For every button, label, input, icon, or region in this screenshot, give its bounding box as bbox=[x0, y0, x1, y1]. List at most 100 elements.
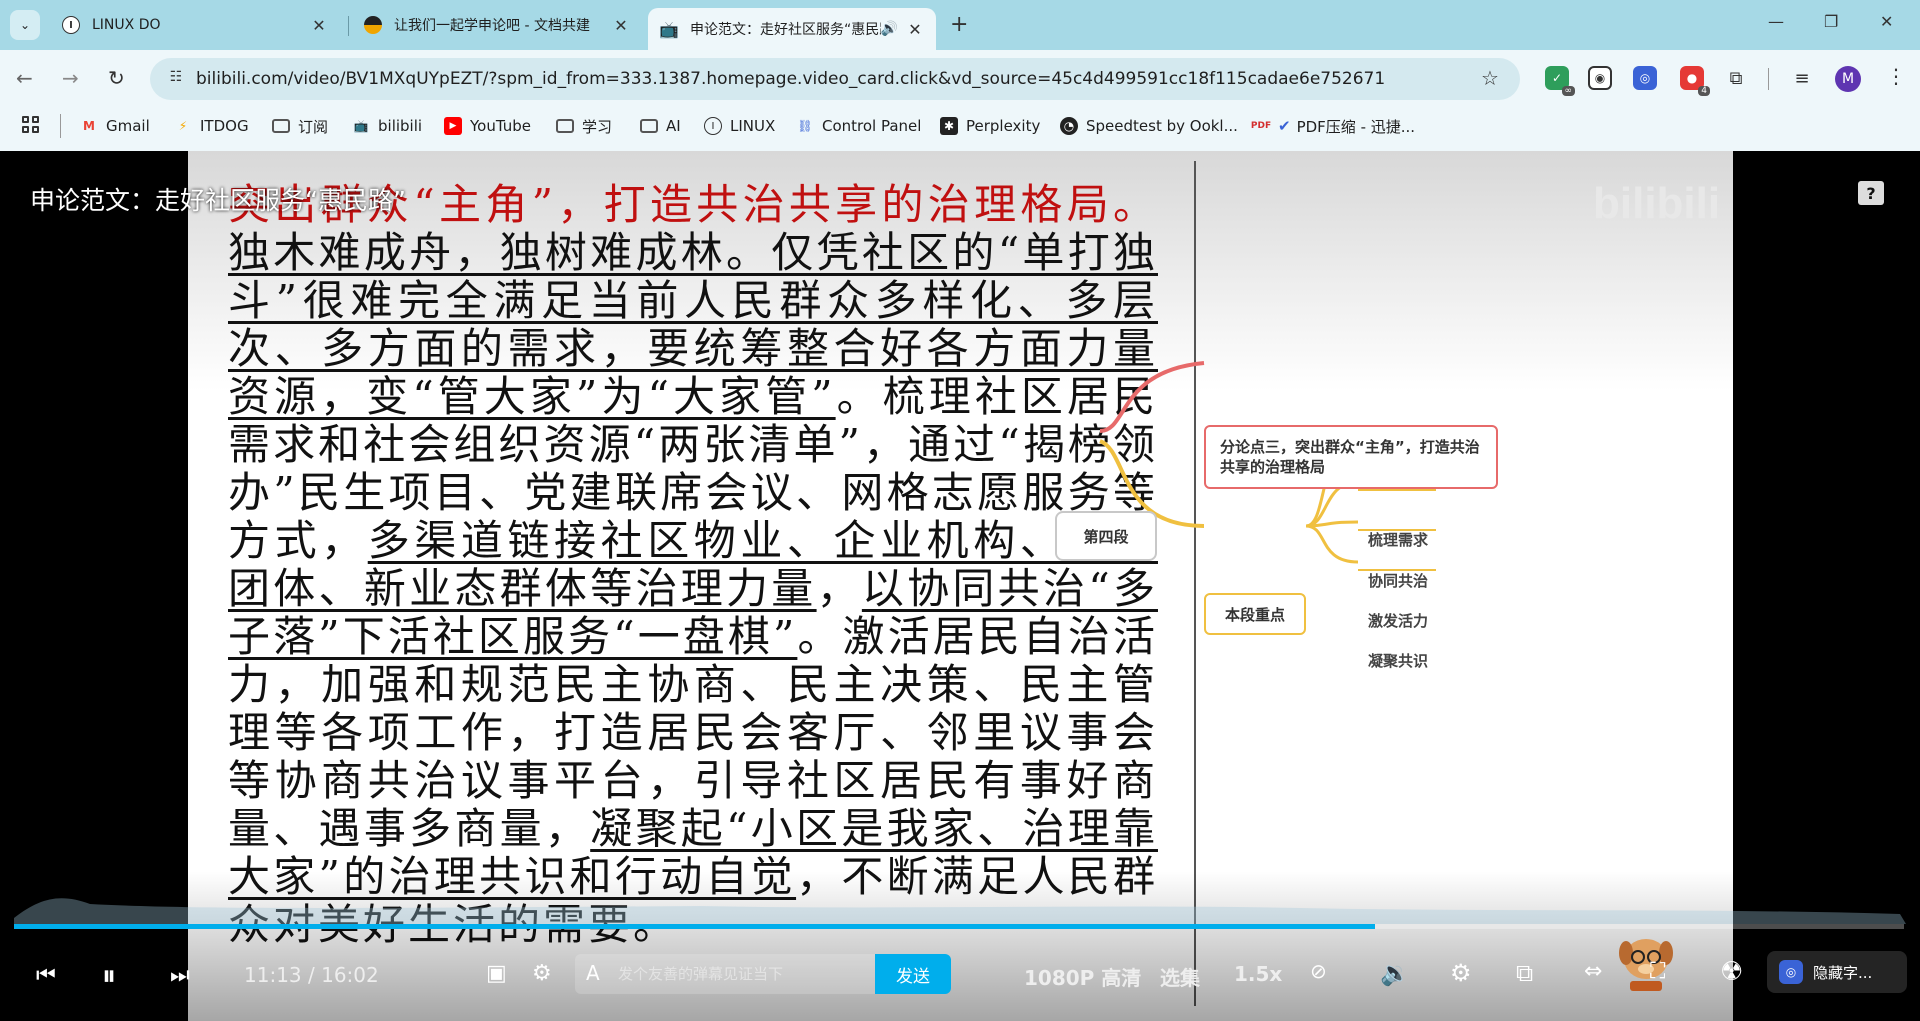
minimize-icon[interactable]: — bbox=[1768, 12, 1784, 31]
widescreen-icon[interactable]: ⇔ bbox=[1584, 959, 1602, 984]
bilibili-icon: 📺 bbox=[353, 119, 369, 133]
subtitle-off-icon[interactable]: ⊘ bbox=[1310, 959, 1327, 983]
episodes-button[interactable]: 选集 bbox=[1160, 962, 1200, 991]
video-player[interactable]: 突出群众“主角”，打造共治共享的治理格局。独木难成舟，独树难成林。仅凭社区的“单… bbox=[0, 151, 1920, 1021]
tab-shenlun-doc[interactable]: 让我们一起学申论吧 - 文档共建 ✕ bbox=[352, 8, 642, 42]
bookmark-folder-subscribe[interactable]: 订阅 bbox=[272, 115, 328, 137]
bookmark-folder-ai[interactable]: AI bbox=[640, 115, 681, 137]
youtube-icon: ▶ bbox=[444, 117, 462, 135]
perplexity-icon: ✱ bbox=[940, 117, 958, 135]
itdog-icon: ⚡ bbox=[178, 119, 188, 133]
mindmap-leaf: 协同共治 bbox=[1368, 572, 1429, 590]
bookmark-label: PDF压缩 - 迅捷... bbox=[1296, 117, 1416, 136]
previous-icon[interactable]: ⏮ bbox=[36, 963, 56, 988]
folder-icon bbox=[556, 119, 574, 133]
bookmark-label: ITDOG bbox=[200, 117, 249, 135]
close-window-icon[interactable]: ✕ bbox=[1880, 12, 1893, 31]
next-icon[interactable]: ⏭ bbox=[170, 963, 190, 988]
playback-speed-button[interactable]: 1.5x bbox=[1234, 962, 1282, 986]
back-arrow-icon[interactable]: ← bbox=[16, 66, 33, 90]
extension-chat-icon[interactable]: ◎ bbox=[1633, 66, 1657, 90]
bookmark-label: Perplexity bbox=[966, 117, 1041, 135]
extensions-puzzle-icon[interactable]: ⧉ bbox=[1724, 66, 1748, 90]
bookmark-label: 订阅 bbox=[298, 117, 329, 136]
mindmap-leaf: 凝聚共识 bbox=[1368, 652, 1429, 670]
settings-gear-icon[interactable]: ⚙ bbox=[1450, 959, 1472, 987]
bilibili-icon: 📺 bbox=[659, 19, 679, 39]
forward-arrow-icon[interactable]: → bbox=[62, 66, 79, 90]
bookmark-label: AI bbox=[666, 117, 681, 135]
new-tab-button[interactable]: + bbox=[950, 12, 968, 37]
chevron-down-icon: ⌄ bbox=[19, 18, 31, 32]
close-tab-icon[interactable]: ✕ bbox=[906, 20, 924, 39]
danmaku-placeholder: 发个友善的弹幕见证当下 bbox=[618, 965, 784, 983]
pause-icon[interactable]: ⏸ bbox=[102, 959, 116, 993]
audio-playing-icon[interactable]: 🔊 bbox=[881, 21, 898, 37]
danmaku-send-button[interactable]: 发送 bbox=[875, 954, 951, 994]
reload-icon[interactable]: ↻ bbox=[108, 66, 125, 90]
progress-bar-fill[interactable] bbox=[14, 924, 1375, 929]
bookmark-pdf-compress[interactable]: PDF ✔ PDF压缩 - 迅捷... bbox=[1251, 115, 1416, 137]
bookmark-label: bilibili bbox=[378, 117, 423, 135]
apps-grid-icon[interactable] bbox=[22, 116, 40, 134]
media-control-icon[interactable]: ≡ bbox=[1790, 66, 1814, 90]
danmaku-toggle-icon[interactable]: ▣ bbox=[486, 961, 507, 986]
bookmark-label: Gmail bbox=[106, 117, 150, 135]
bookmark-star-icon[interactable]: ☆ bbox=[1481, 66, 1499, 90]
tab-bilibili-video[interactable]: 📺 申论范文：走好社区服务“惠民路” 🔊 ✕ bbox=[648, 8, 936, 50]
extension-badge: 4 bbox=[1698, 86, 1710, 96]
bookmark-label: Control Panel bbox=[822, 117, 922, 135]
extension-record-icon[interactable]: ● 4 bbox=[1680, 66, 1710, 96]
toolbar-separator bbox=[1768, 68, 1769, 90]
linuxdo-icon bbox=[364, 16, 382, 34]
close-tab-icon[interactable]: ✕ bbox=[310, 16, 328, 35]
bookmark-separator bbox=[60, 114, 61, 138]
bookmark-folder-study[interactable]: 学习 bbox=[556, 115, 612, 137]
tab-linuxdo[interactable]: I LINUX DO ✕ bbox=[50, 8, 340, 42]
extension-mask-icon[interactable]: ◉ bbox=[1588, 66, 1612, 90]
bookmark-gmail[interactable]: M Gmail bbox=[80, 115, 150, 137]
time-display: 11:13 / 16:02 bbox=[244, 963, 379, 987]
bookmark-bilibili[interactable]: 📺 bilibili bbox=[352, 115, 423, 137]
bookmark-control-panel[interactable]: ⛓ Control Panel bbox=[796, 115, 921, 137]
browser-menu-icon[interactable]: ⋮ bbox=[1886, 64, 1906, 88]
checkmark-icon: ✔ bbox=[1278, 117, 1291, 135]
bookmark-speedtest[interactable]: ◔ Speedtest by Ookl... bbox=[1060, 115, 1238, 137]
bookmark-label: LINUX bbox=[730, 117, 776, 135]
bookmark-youtube[interactable]: ▶ YouTube bbox=[444, 115, 531, 137]
bookmark-itdog[interactable]: ⚡ ITDOG bbox=[174, 115, 249, 137]
site-settings-icon[interactable]: ☷ bbox=[166, 69, 186, 89]
progress-heatmap bbox=[14, 898, 1906, 924]
web-fullscreen-icon[interactable]: ⛶ bbox=[1650, 959, 1665, 984]
subtitle-plugin-icon: ◎ bbox=[1779, 960, 1803, 984]
picture-in-picture-icon[interactable]: ⧉ bbox=[1516, 959, 1533, 987]
uploader-mascot-icon bbox=[1619, 939, 1673, 991]
restore-icon[interactable]: ❐ bbox=[1824, 12, 1838, 31]
quality-selector[interactable]: 1080P 高清 bbox=[1024, 962, 1141, 991]
fullscreen-icon[interactable]: ☢ bbox=[1720, 957, 1743, 987]
bookmark-label: Speedtest by Ookl... bbox=[1086, 117, 1238, 135]
feedback-help-icon[interactable]: ? bbox=[1858, 181, 1884, 205]
mindmap-branch-key-points: 本段重点 bbox=[1204, 593, 1306, 635]
bookmark-perplexity[interactable]: ✱ Perplexity bbox=[940, 115, 1040, 137]
hide-subtitle-label: 隐藏字... bbox=[1813, 963, 1873, 982]
hide-subtitle-button[interactable]: ◎ 隐藏字... bbox=[1767, 951, 1907, 993]
extension-shield-icon[interactable]: ✓ ∞ bbox=[1545, 66, 1575, 96]
speedtest-icon: ◔ bbox=[1060, 117, 1078, 135]
bookmark-linux[interactable]: I LINUX bbox=[704, 115, 775, 137]
volume-icon[interactable]: 🔉 bbox=[1380, 959, 1410, 987]
linuxdo-icon: I bbox=[62, 16, 80, 34]
mindmap-leaf: 激发活力 bbox=[1368, 612, 1429, 630]
danmaku-style-icon[interactable]: A bbox=[586, 961, 600, 985]
tab-title: LINUX DO bbox=[92, 17, 161, 33]
extension-badge: ∞ bbox=[1561, 86, 1575, 96]
tab-search-button[interactable]: ⌄ bbox=[10, 10, 40, 40]
danmaku-settings-icon[interactable]: ⚙ bbox=[532, 961, 552, 986]
close-tab-icon[interactable]: ✕ bbox=[612, 16, 630, 35]
folder-icon bbox=[640, 119, 658, 133]
video-title-overlay: 申论范文：走好社区服务“惠民路” bbox=[30, 186, 406, 215]
url-text[interactable]: bilibili.com/video/BV1MXqUYpEZT/?spm_id_… bbox=[196, 69, 1385, 89]
profile-avatar[interactable]: M bbox=[1835, 66, 1861, 92]
bookmark-label: 学习 bbox=[582, 117, 613, 136]
tab-title: 申论范文：走好社区服务“惠民路” bbox=[690, 22, 881, 38]
